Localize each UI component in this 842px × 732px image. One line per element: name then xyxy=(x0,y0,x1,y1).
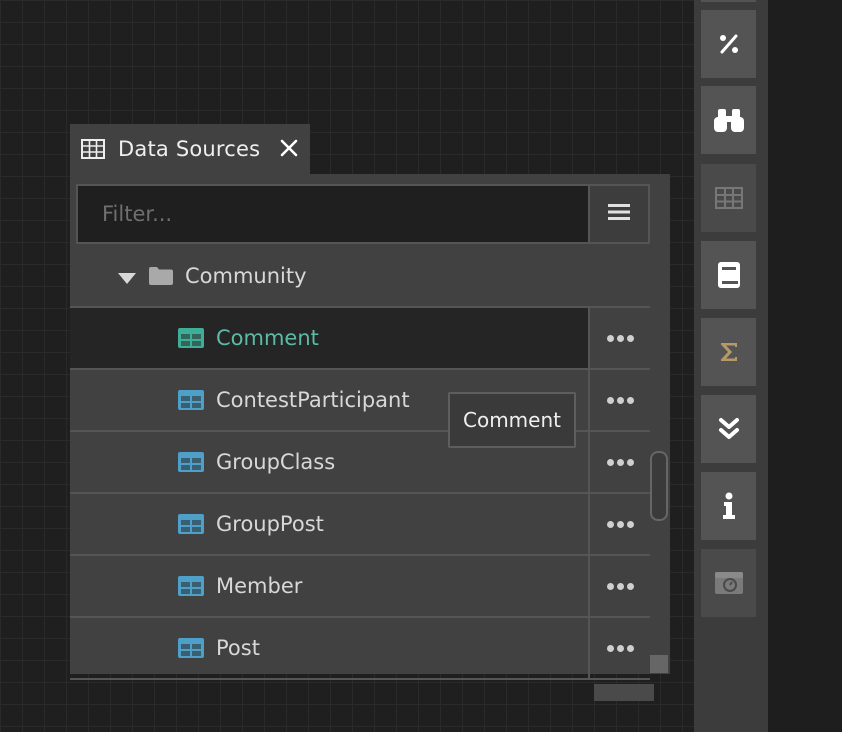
folder-icon xyxy=(148,266,174,286)
list-item-label: Comment xyxy=(216,326,319,350)
close-icon[interactable] xyxy=(276,135,302,161)
panel-title: Data Sources xyxy=(118,137,261,161)
list-item[interactable]: Member xyxy=(70,556,650,618)
percent-icon xyxy=(718,33,740,55)
expand-all-button[interactable] xyxy=(701,395,756,463)
sigma-icon xyxy=(719,341,739,363)
list-item[interactable]: Comment xyxy=(70,308,650,370)
tooltip: Comment xyxy=(448,392,576,448)
list-item-label: GroupPost xyxy=(216,512,324,536)
list-item-label: ContestParticipant xyxy=(216,388,410,412)
calendar-window-icon xyxy=(714,570,744,596)
info-button[interactable] xyxy=(701,472,756,540)
list-item-main[interactable]: Post xyxy=(70,618,590,678)
ellipsis-icon xyxy=(605,520,635,528)
scrollbar-corner xyxy=(650,655,668,673)
list-item-label: Member xyxy=(216,574,303,598)
ellipsis-icon xyxy=(605,458,635,466)
table-icon xyxy=(178,390,204,410)
find-button[interactable] xyxy=(701,86,756,154)
list-item[interactable]: GroupPost xyxy=(70,494,650,556)
caret-down-icon[interactable] xyxy=(118,270,136,284)
info-icon xyxy=(722,492,736,520)
toolbar-edge xyxy=(768,0,842,732)
folder-label: Community xyxy=(185,264,307,288)
dictionary-button[interactable] xyxy=(701,241,756,309)
binoculars-icon xyxy=(713,107,745,133)
folder-row-community[interactable]: Community xyxy=(70,246,650,308)
filter-menu-button[interactable] xyxy=(588,186,648,242)
more-options-button[interactable] xyxy=(590,308,650,368)
toolbar-top-button-edge[interactable] xyxy=(701,0,756,2)
table-icon xyxy=(178,638,204,658)
table-icon xyxy=(178,576,204,596)
book-icon xyxy=(717,261,741,289)
ellipsis-icon xyxy=(605,396,635,404)
panel-resize-handle[interactable] xyxy=(594,684,654,701)
table-icon xyxy=(178,514,204,534)
list-item-label: Post xyxy=(216,636,260,660)
filter-bar xyxy=(76,184,650,244)
list-item-main[interactable]: Member xyxy=(70,556,590,616)
table-icon xyxy=(178,452,204,472)
table-icon xyxy=(714,187,743,209)
double-chevron-down-icon xyxy=(718,417,740,441)
table-icon xyxy=(178,328,204,348)
filter-input[interactable] xyxy=(78,186,588,242)
more-options-button[interactable] xyxy=(590,556,650,616)
table-icon xyxy=(81,139,105,159)
hamburger-icon xyxy=(608,203,630,225)
list-item-main[interactable]: Comment xyxy=(70,308,590,368)
data-sources-button[interactable] xyxy=(701,164,756,232)
percent-button[interactable] xyxy=(701,10,756,78)
ellipsis-icon xyxy=(605,582,635,590)
preview-button[interactable] xyxy=(701,549,756,617)
ellipsis-icon xyxy=(605,334,635,342)
more-options-button[interactable] xyxy=(590,618,650,678)
ellipsis-icon xyxy=(605,644,635,652)
list-item[interactable]: Post xyxy=(70,618,650,680)
panel-tab[interactable]: Data Sources xyxy=(70,124,310,174)
more-options-button[interactable] xyxy=(590,370,650,430)
list-item-main[interactable]: GroupPost xyxy=(70,494,590,554)
aggregate-button[interactable] xyxy=(701,318,756,386)
more-options-button[interactable] xyxy=(590,494,650,554)
more-options-button[interactable] xyxy=(590,432,650,492)
scrollbar-thumb[interactable] xyxy=(650,451,668,521)
list-item-label: GroupClass xyxy=(216,450,336,474)
